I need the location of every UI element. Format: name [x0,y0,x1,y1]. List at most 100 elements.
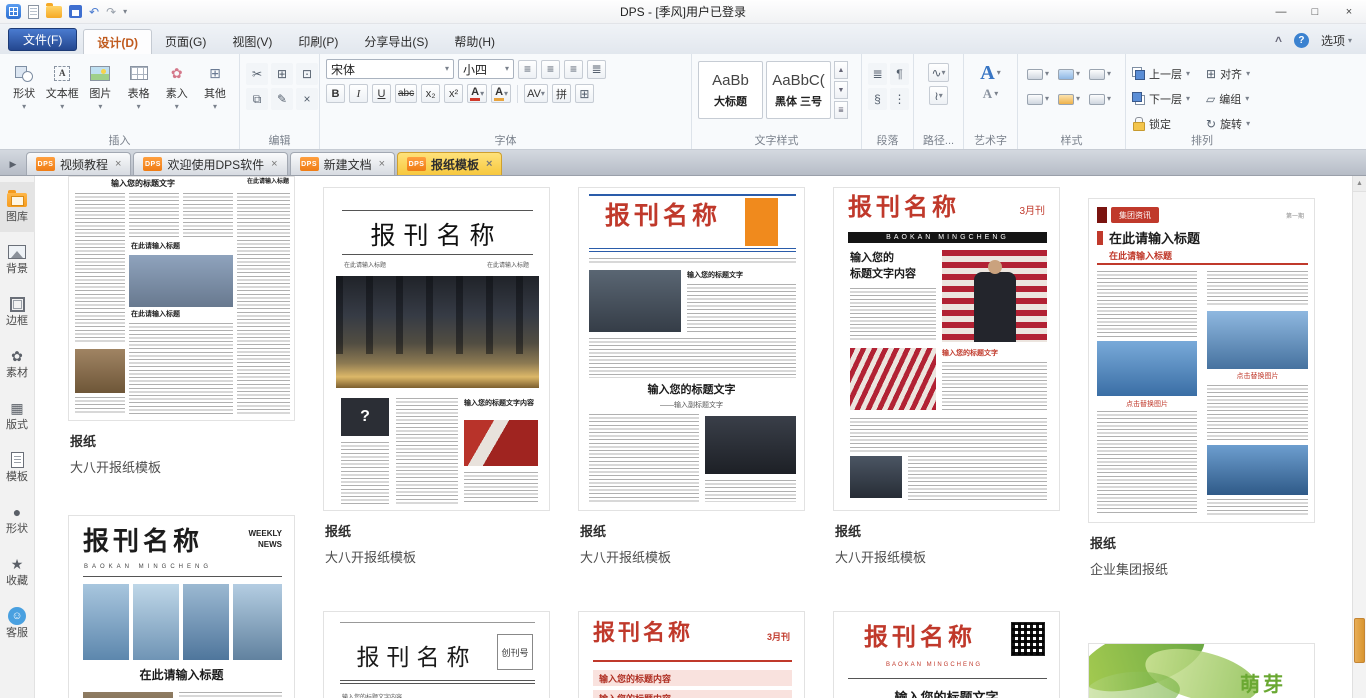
wordart-small-button[interactable]: A ▾ [983,87,998,100]
open-folder-icon[interactable] [46,6,62,18]
path-wave-button[interactable]: ≀▾ [929,86,948,105]
tab-share-export[interactable]: 分享导出(S) [351,29,441,54]
template-card-corporate-newspaper[interactable]: 集团资讯 第一期 在此请输入标题 在此请输入标题 点击替换图片 点击替换图片 [1088,198,1315,588]
align-center-button[interactable]: ≡ [541,60,560,79]
align-left-button[interactable]: ≡ [518,60,537,79]
copy-button[interactable]: ⧉ [246,88,268,110]
sidebar-item-template[interactable]: 模板 [0,442,35,492]
paste-button[interactable]: ⊡ [296,63,318,85]
save-icon[interactable] [69,5,82,18]
template-card-newspaper-3[interactable]: 报刊名称 输入您的标题文字 输入您的标题文字 ——输入副标题文字 [578,187,805,576]
style-scroll-up-button[interactable]: ▲ [834,61,848,79]
scrollbar-thumb[interactable] [1354,618,1365,663]
style-gallery-button[interactable]: ≣ [834,101,848,119]
send-backward-button[interactable]: 下一层 ▾ [1132,87,1204,110]
shape-style-button-3[interactable]: ▾ [1086,63,1114,85]
doc-tab-new-document[interactable]: DPS 新建文档 × [290,152,395,175]
sidebar-item-support[interactable]: ☺ 客服 [0,598,35,648]
doc-tab-video-tutorial[interactable]: DPS 视频教程 × [26,152,131,175]
paragraph-button-2[interactable]: ¶ [890,63,909,85]
delete-button[interactable]: × [296,88,318,110]
wordart-big-button[interactable]: A ▾ [980,63,1000,83]
paragraph-button-4[interactable]: ⋮ [890,88,909,110]
highlight-color-button[interactable]: A▾ [491,84,511,103]
strikethrough-button[interactable]: abc [395,84,417,103]
template-card-newspaper-6[interactable]: 报刊名称 WEEKLY NEWS BAOKAN MINGCHENG 在此请输入标… [68,515,295,698]
redo-icon[interactable]: ↷ [106,6,116,18]
italic-button[interactable]: I [349,84,368,103]
path-curve-button[interactable]: ∿▾ [928,63,948,82]
align-objects-button[interactable]: ⊞ 对齐 ▾ [1206,62,1272,85]
help-icon[interactable]: ? [1294,33,1309,48]
maximize-button[interactable]: □ [1298,0,1332,23]
char-spacing-button[interactable]: AV▾ [524,84,548,103]
insert-other-button[interactable]: ⊞ 其他 ▾ [197,59,233,111]
shape-style-button-2[interactable]: ▾ [1055,63,1083,85]
tab-print[interactable]: 印刷(P) [285,29,351,54]
format-brush-button[interactable]: ✎ [271,88,293,110]
doc-tab-newspaper-template[interactable]: DPS 报纸模板 × [397,152,502,175]
sidebar-item-layout[interactable]: ▦ 版式 [0,390,35,440]
insert-picture-button[interactable]: 图片 ▾ [82,59,118,111]
insert-textbox-button[interactable]: A 文本框 ▾ [44,59,80,111]
new-document-icon[interactable] [28,5,39,19]
options-menu[interactable]: 选项 ▾ [1321,32,1352,49]
text-style-heiti[interactable]: AaBbC( 黑体 三号 [766,61,831,119]
underline-button[interactable]: U [372,84,391,103]
file-menu-button[interactable]: 文件(F) [8,28,77,51]
bring-forward-button[interactable]: 上一层 ▾ [1132,62,1204,85]
tab-close-icon[interactable]: × [115,158,121,170]
text-style-big-title[interactable]: AaBb 大标题 [698,61,763,119]
paragraph-button-1[interactable]: ≣ [868,63,887,85]
template-card-newspaper-4[interactable]: 报刊名称 3月刊 BAOKAN MINGCHENG 输入您的 标题文字内容 输入… [833,187,1060,576]
shape-style-button-4[interactable]: ▾ [1024,88,1052,110]
superscript-button[interactable]: x² [444,84,463,103]
sidebar-item-favorites[interactable]: ★ 收藏 [0,546,35,596]
template-card-mengya[interactable]: 萌芽 [1088,643,1315,698]
cut-button[interactable]: ✂ [246,63,268,85]
enclose-char-button[interactable]: ⊞ [575,84,594,103]
pinyin-button[interactable]: 拼 [552,84,571,103]
style-scroll-down-button[interactable]: ▼ [834,81,848,99]
tab-close-icon[interactable]: × [379,158,385,170]
template-card-newspaper-8[interactable]: 报刊名称 3月刊 输入您的标题内容 输入您的标题内容 [578,611,805,698]
sidebar-item-shape[interactable]: ● 形状 [0,494,35,544]
align-right-button[interactable]: ≡ [564,60,583,79]
shape-style-button-1[interactable]: ▾ [1024,63,1052,85]
scrollbar-up-button[interactable]: ▲ [1353,176,1366,192]
insert-shape-button[interactable]: 形状 ▾ [6,59,42,111]
template-card-newspaper-9[interactable]: 报刊名称 BAOKAN MINGCHENG 输入您的标题文字 [833,611,1060,698]
insert-material-button[interactable]: ✿ 素入 ▾ [159,59,195,111]
close-button[interactable]: × [1332,0,1366,23]
insert-table-button[interactable]: 表格 ▾ [121,59,157,111]
sidebar-item-material[interactable]: ✿ 素材 [0,338,35,388]
template-card-newspaper-7[interactable]: 报刊名称 创刊号 输入您的标题文字内容 [323,611,550,698]
vertical-scrollbar[interactable]: ▲ [1352,176,1366,698]
font-color-button[interactable]: A▾ [467,84,487,103]
panel-expand-button[interactable]: ▶ [0,153,26,175]
align-justify-button[interactable]: ≣ [587,60,606,79]
minimize-button[interactable]: — [1264,0,1298,23]
tab-close-icon[interactable]: × [271,158,277,170]
undo-icon[interactable]: ↶ [89,6,99,18]
template-card-newspaper-2[interactable]: 报刊名称 在此请输入标题 在此请输入标题 ? 输入您的标题文字内容 [323,187,550,576]
bold-button[interactable]: B [326,84,345,103]
font-size-select[interactable]: 小四 ▾ [458,59,514,79]
tab-view[interactable]: 视图(V) [219,29,285,54]
paragraph-button-3[interactable]: § [868,88,887,110]
tab-design[interactable]: 设计(D) [83,29,152,54]
sidebar-item-border[interactable]: 边框 [0,286,35,336]
group-button[interactable]: ▱ 编组 ▾ [1206,87,1272,110]
sidebar-item-gallery[interactable]: 图库 [0,182,35,232]
sidebar-item-background[interactable]: 背景 [0,234,35,284]
hand-tool-button[interactable]: ⊞ [271,63,293,85]
quick-access-caret-icon[interactable]: ▾ [123,8,127,16]
template-card-newspaper-1[interactable]: 输入您的标题文字 在此请输入标题 在此请输入标题 在此请输入标题 [68,176,295,486]
font-family-select[interactable]: 宋体 ▾ [326,59,454,79]
shape-style-button-6[interactable]: ▾ [1086,88,1114,110]
tab-help[interactable]: 帮助(H) [441,29,508,54]
collapse-ribbon-icon[interactable]: ^ [1275,34,1282,48]
subscript-button[interactable]: x₂ [421,84,440,103]
tab-close-icon[interactable]: × [486,158,492,170]
shape-style-button-5[interactable]: ▾ [1055,88,1083,110]
